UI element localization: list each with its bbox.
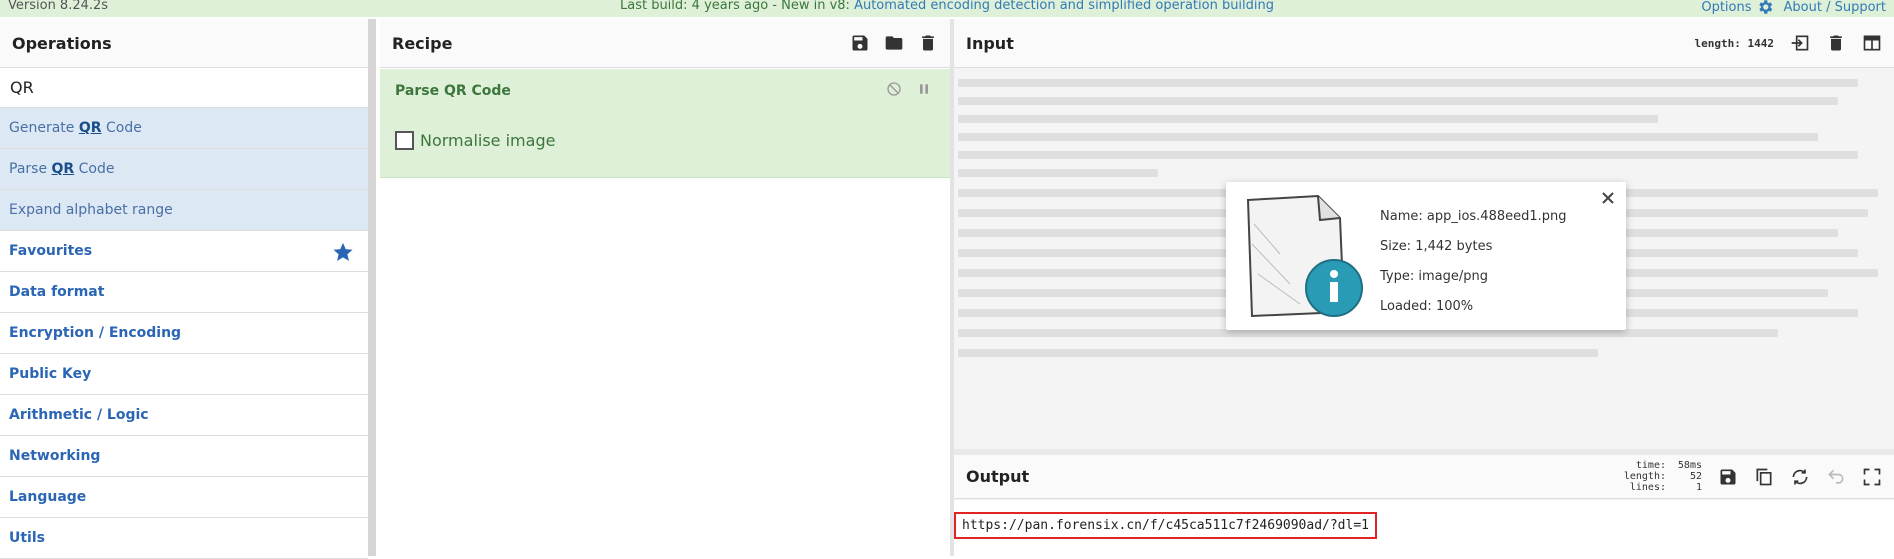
- star-icon: [333, 242, 353, 261]
- file-name: Name: app_ios.488eed1.png: [1380, 209, 1567, 224]
- output-title: Output: [966, 467, 1030, 486]
- operations-search-input[interactable]: QR: [0, 68, 368, 108]
- whats-new-link[interactable]: Automated encoding detection and simplif…: [854, 0, 1274, 13]
- build-notice-text: Last build: 4 years ago - New in v8:: [619, 0, 855, 13]
- op-result-label: Generate QR Code: [9, 120, 142, 136]
- file-info-icon: [1246, 194, 1363, 318]
- recipe-operation-name: Parse QR Code: [395, 83, 511, 99]
- file-type: Type: image/png: [1380, 269, 1488, 284]
- clear-input-icon[interactable]: [1826, 33, 1846, 53]
- blurred-text-line: [958, 97, 1838, 105]
- input-title: Input: [966, 33, 1014, 53]
- category-favourites[interactable]: Favourites: [0, 231, 368, 272]
- options-link[interactable]: Options: [1701, 0, 1773, 16]
- category-data-format[interactable]: Data format: [0, 272, 368, 313]
- file-loaded: Loaded: 100%: [1380, 299, 1474, 314]
- blurred-text-line: [958, 169, 1158, 177]
- copy-icon[interactable]: [1754, 467, 1774, 487]
- output-textarea[interactable]: https://pan.forensix.cn/f/c45ca511c7f246…: [954, 500, 1894, 556]
- op-result-label: Parse QR Code: [9, 161, 115, 177]
- recipe-toolbar: [850, 33, 938, 53]
- gear-icon: [1758, 0, 1772, 14]
- output-text[interactable]: https://pan.forensix.cn/f/c45ca511c7f246…: [954, 512, 1377, 539]
- blurred-text-line: [958, 133, 1818, 141]
- recipe-header: Recipe: [380, 19, 950, 68]
- op-result-expand-alphabet-range[interactable]: Expand alphabet range: [0, 190, 368, 231]
- undo-icon[interactable]: [1826, 467, 1846, 487]
- blurred-text-line: [958, 349, 1598, 357]
- trash-icon[interactable]: [918, 33, 938, 53]
- category-label: Data format: [9, 284, 105, 300]
- file-size: Size: 1,442 bytes: [1380, 239, 1493, 254]
- category-public-key[interactable]: Public Key: [0, 354, 368, 395]
- layout-icon[interactable]: [1862, 33, 1882, 53]
- disable-icon[interactable]: [886, 81, 902, 97]
- recipe-operation-parse-qr-code[interactable]: Parse QR Code Normalise image: [380, 69, 950, 178]
- io-pane: Input length: 1442 Name: app_ios.488eed1…: [954, 19, 1894, 556]
- file-details-card: Name: app_ios.488eed1.png Size: 1,442 by…: [1226, 182, 1626, 330]
- top-banner: Version 8.24.2s Last build: 4 years ago …: [0, 0, 1894, 17]
- blurred-text-line: [958, 329, 1778, 337]
- maximise-icon[interactable]: [1862, 467, 1882, 487]
- save-output-icon[interactable]: [1718, 467, 1738, 487]
- category-networking[interactable]: Networking: [0, 436, 368, 477]
- open-file-icon[interactable]: [1790, 33, 1810, 53]
- blurred-text-line: [958, 115, 1658, 123]
- category-arithmetic-logic[interactable]: Arithmetic / Logic: [0, 395, 368, 436]
- about-support-link[interactable]: About / Support: [1784, 0, 1886, 15]
- recipe-title: Recipe: [392, 33, 453, 53]
- folder-icon[interactable]: [884, 33, 904, 53]
- op-result-parse-qr-code[interactable]: Parse QR Code: [0, 149, 368, 190]
- pane-resize-handle[interactable]: [368, 19, 376, 556]
- category-label: Utils: [9, 530, 45, 546]
- options-label: Options: [1701, 0, 1752, 15]
- operations-title: Operations: [0, 19, 368, 68]
- operations-pane: Operations QR Generate QR Code Parse QR …: [0, 19, 368, 559]
- blurred-text-line: [958, 151, 1858, 159]
- op-result-label: Expand alphabet range: [9, 202, 173, 218]
- category-encryption-encoding[interactable]: Encryption / Encoding: [0, 313, 368, 354]
- category-language[interactable]: Language: [0, 477, 368, 518]
- save-icon[interactable]: [850, 33, 870, 53]
- normalise-image-checkbox[interactable]: Normalise image: [395, 131, 555, 150]
- category-label: Public Key: [9, 366, 92, 382]
- output-header: Output time: 58ms length: 52 lines: 1: [954, 455, 1894, 499]
- category-label: Encryption / Encoding: [9, 325, 182, 341]
- category-label: Arithmetic / Logic: [9, 407, 149, 423]
- recipe-pane: Recipe Parse QR Code Normalise image: [380, 19, 950, 556]
- category-label: Networking: [9, 448, 101, 464]
- category-label: Language: [9, 489, 87, 505]
- close-icon[interactable]: [1600, 190, 1616, 206]
- blurred-text-line: [958, 79, 1858, 87]
- op-result-generate-qr-code[interactable]: Generate QR Code: [0, 108, 368, 149]
- pause-icon[interactable]: [916, 81, 932, 97]
- category-label: Favourites: [9, 243, 93, 259]
- category-utils[interactable]: Utils: [0, 518, 368, 559]
- build-notice: Last build: 4 years ago - New in v8: Aut…: [0, 0, 1894, 13]
- checkbox-box[interactable]: [395, 131, 414, 150]
- normalise-image-label: Normalise image: [420, 131, 556, 150]
- input-length: length: 1442: [1694, 36, 1774, 50]
- output-stats: time: 58ms length: 52 lines: 1: [1623, 460, 1702, 493]
- input-header: Input length: 1442: [954, 19, 1894, 68]
- replace-input-icon[interactable]: [1790, 467, 1810, 487]
